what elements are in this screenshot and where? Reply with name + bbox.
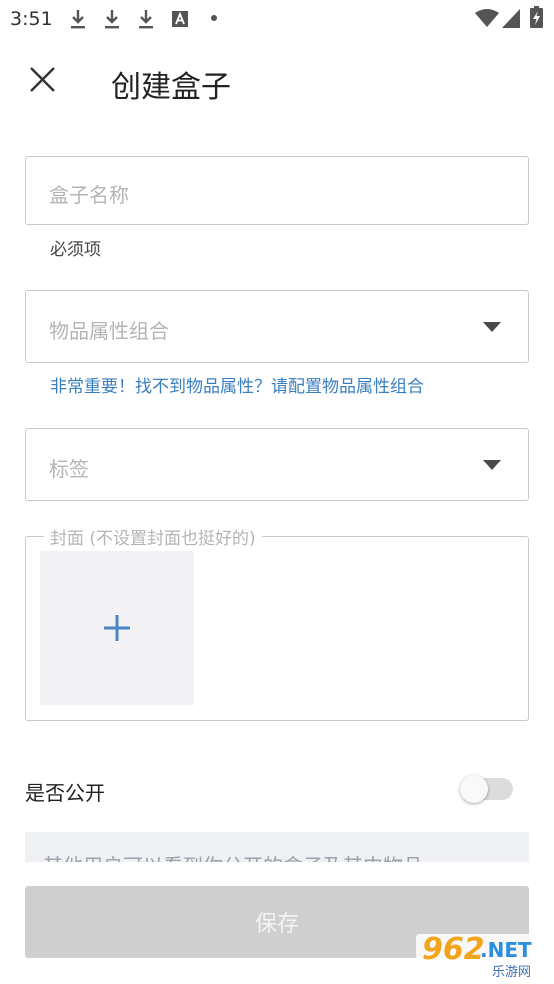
box-name-helper: 必须项 xyxy=(50,240,101,260)
status-time: 3:51 xyxy=(10,8,53,30)
a-icon xyxy=(172,11,188,27)
add-cover-button[interactable] xyxy=(40,551,194,705)
dropdown-arrow-icon xyxy=(483,322,501,332)
attribute-config-link[interactable]: 非常重要！找不到物品属性？请配置物品属性组合 xyxy=(50,372,424,397)
watermark-number: 962 xyxy=(422,932,485,967)
public-label: 是否公开 xyxy=(25,781,105,805)
notification-dot-icon xyxy=(211,15,217,21)
box-name-input[interactable]: 盒子名称 xyxy=(25,156,529,225)
description-text: 其他用户可以看到你公开的盒子及其中物品 xyxy=(43,850,423,862)
cover-label: 封面 (不设置封面也挺好的) xyxy=(44,524,262,549)
download-icon xyxy=(71,10,85,29)
description-box: 其他用户可以看到你公开的盒子及其中物品 xyxy=(25,832,529,862)
download-icon xyxy=(139,10,153,29)
dropdown-arrow-icon xyxy=(483,460,501,470)
site-watermark-logo: 962 .NET 乐游网 xyxy=(416,932,550,980)
battery-charging-icon xyxy=(530,6,543,28)
wifi-icon xyxy=(475,9,499,27)
watermark-subtitle: 乐游网 xyxy=(492,965,532,980)
attribute-group-placeholder: 物品属性组合 xyxy=(49,319,169,343)
plus-icon xyxy=(104,615,130,641)
tags-select[interactable]: 标签 xyxy=(25,428,529,501)
signal-icon xyxy=(502,9,520,28)
tags-placeholder: 标签 xyxy=(49,457,89,481)
watermark-suffix: .NET xyxy=(480,938,532,962)
download-icon xyxy=(105,10,119,29)
box-name-placeholder: 盒子名称 xyxy=(49,183,129,207)
page-title: 创建盒子 xyxy=(111,70,231,105)
close-icon[interactable] xyxy=(29,66,56,93)
public-toggle-knob[interactable] xyxy=(460,775,488,803)
attribute-group-select[interactable]: 物品属性组合 xyxy=(25,290,529,363)
